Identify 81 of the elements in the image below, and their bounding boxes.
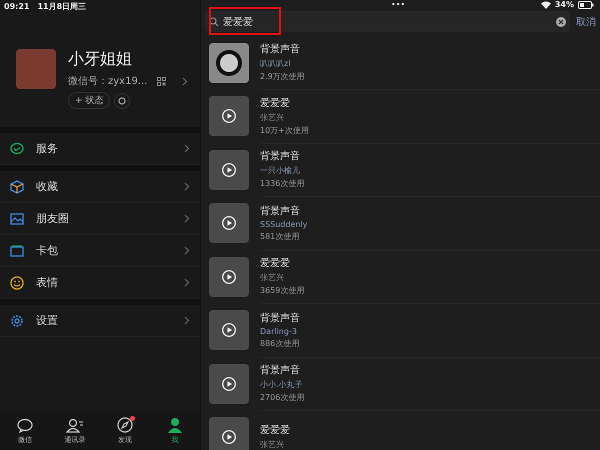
chat-icon [17, 418, 33, 432]
result-author: 张艺兴 [260, 439, 285, 450]
chevron-icon [184, 278, 190, 287]
compass-icon [117, 417, 133, 433]
result-title: 背景声音 [260, 204, 301, 218]
usage-count: 886次使用 [260, 338, 300, 349]
clear-icon[interactable] [556, 16, 566, 26]
person-icon [167, 417, 183, 433]
chevron-icon [182, 76, 188, 86]
result-title: 背景声音 [260, 364, 301, 378]
status-dots: ••• [391, 0, 406, 9]
menu-item[interactable]: 收藏 [0, 171, 200, 203]
contacts-icon [66, 418, 84, 432]
usage-count: 2706次使用 [260, 392, 306, 404]
chat-check-icon [10, 142, 24, 156]
menu-item[interactable]: 朋友圈 [0, 203, 200, 235]
menu-label: 表情 [36, 275, 58, 290]
result-author: 一只小榆儿 [260, 165, 301, 176]
result-author: 叭叭叭zl [260, 58, 292, 70]
result-author: SSSuddenly [260, 220, 308, 229]
wifi-icon [540, 0, 551, 8]
usage-count: 1336次使用 [260, 178, 306, 190]
result-title: 背景声音 [260, 150, 301, 164]
play-icon [222, 216, 236, 230]
chevron-icon [184, 246, 190, 255]
status-button[interactable]: + 状态 [68, 92, 110, 109]
picture-icon [10, 212, 24, 224]
result-title: 爱爱爱 [260, 424, 291, 438]
result-row[interactable]: 背景声音 叭叭叭zl 2.9万次使用 [201, 36, 600, 90]
play-icon [222, 162, 236, 177]
result-row[interactable]: 背景声音 小小.小丸子 2706次使用 [201, 357, 600, 410]
wallet-icon [10, 244, 24, 256]
menu-label: 卡包 [36, 243, 58, 258]
menu-label: 朋友圈 [36, 211, 69, 226]
chevron-icon [184, 214, 190, 223]
play-icon [222, 109, 236, 124]
cube-icon [10, 180, 24, 194]
menu-item[interactable]: 卡包 [0, 235, 200, 267]
ring-icon [118, 96, 126, 104]
chevron-icon [184, 144, 190, 153]
usage-count: 2.9万次使用 [260, 71, 306, 82]
result-row[interactable]: 背景声音 SSSuddenly 581次使用 [201, 196, 600, 250]
chevron-icon [184, 316, 190, 325]
play-icon [222, 323, 236, 338]
result-title: 爱爱爱 [260, 96, 291, 110]
smiley-icon [10, 276, 24, 290]
result-row[interactable]: 爱爱爱 张艺兴 10万+次使用 [201, 90, 600, 143]
result-title: 背景声音 [260, 42, 301, 56]
menu-label: 收藏 [36, 179, 58, 194]
usage-count: 10万+次使用 [260, 124, 310, 136]
settings-icon [10, 314, 24, 328]
status-date: 11月8日周三 [37, 1, 86, 12]
ring-button[interactable] [114, 92, 130, 108]
play-icon [222, 270, 236, 284]
menu-item[interactable]: 设置 [0, 305, 200, 337]
chevron-icon [184, 182, 190, 191]
usage-count: 581次使用 [260, 230, 300, 242]
result-author: Darling-3 [260, 326, 298, 336]
usage-count: 3659次使用 [260, 285, 306, 296]
result-author: 小小.小丸子 [260, 379, 304, 390]
cancel-button[interactable]: 取消 [576, 14, 596, 28]
profile-name: 小牙姐姐 [68, 49, 133, 70]
result-row[interactable]: 背景声音 一只小榆儿 1336次使用 [201, 143, 600, 196]
result-row[interactable]: 背景声音 Darling-3 886次使用 [201, 304, 600, 357]
result-row[interactable]: 爱爱爱 张艺兴 3659次使用 [201, 250, 600, 304]
play-icon [222, 376, 236, 391]
wechat-id: 微信号：zyx19... [68, 75, 148, 88]
result-row[interactable]: 爱爱爱 张艺兴 [201, 410, 600, 450]
menu-label: 服务 [36, 141, 58, 156]
result-title: 爱爱爱 [260, 256, 291, 270]
result-title: 背景声音 [260, 312, 301, 325]
play-icon [222, 430, 236, 444]
result-author: 张艺兴 [260, 272, 285, 284]
qr-code-icon[interactable] [157, 76, 166, 86]
search-icon [209, 16, 219, 26]
battery-percent: 34% [554, 0, 574, 9]
battery-icon [578, 0, 594, 8]
menu-label: 设置 [36, 313, 58, 328]
status-time: 09:21 [4, 2, 30, 11]
result-author: 张艺兴 [260, 112, 285, 123]
search-input[interactable]: 爱爱爱 [223, 16, 552, 27]
